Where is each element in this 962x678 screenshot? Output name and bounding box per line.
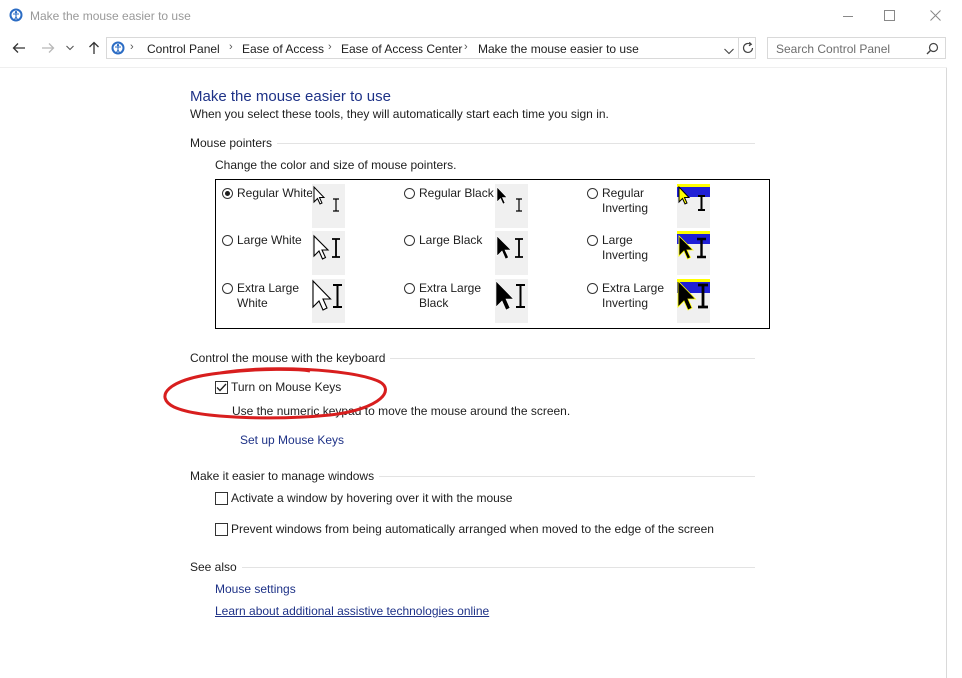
pointer-option-label: Extra Large White bbox=[237, 281, 300, 310]
radio-selected-dot bbox=[225, 191, 230, 196]
pointer-preview-regular-white bbox=[312, 184, 345, 228]
hover-activate-label: Activate a window by hovering over it wi… bbox=[231, 491, 513, 505]
pointer-preview-extra-large-black bbox=[495, 279, 528, 323]
address-dropdown-button[interactable] bbox=[724, 44, 734, 58]
pointer-scheme-grid: Regular White Regular Black Regular Inve… bbox=[215, 179, 770, 329]
pointer-option-extra-large-white[interactable]: Extra Large White bbox=[222, 281, 317, 311]
breadcrumb-separator: › bbox=[328, 41, 332, 53]
pointer-radio-regular-inverting[interactable] bbox=[587, 188, 598, 199]
breadcrumb-separator: › bbox=[464, 41, 468, 53]
pointer-radio-regular-black[interactable] bbox=[404, 188, 415, 199]
page-title: Make the mouse easier to use bbox=[190, 88, 391, 105]
minimize-button[interactable] bbox=[825, 0, 870, 31]
pointer-option-label: Regular White bbox=[237, 186, 314, 200]
breadcrumb-control-panel[interactable]: Control Panel bbox=[147, 42, 220, 56]
breadcrumb-separator: › bbox=[130, 41, 134, 53]
search-input[interactable]: Search Control Panel bbox=[776, 42, 890, 56]
pointer-option-label: Regular Inverting bbox=[602, 186, 649, 215]
group-divider bbox=[190, 567, 755, 568]
recent-locations-button[interactable] bbox=[63, 38, 77, 58]
hover-activate-option[interactable]: Activate a window by hovering over it wi… bbox=[215, 491, 512, 505]
pointer-option-regular-black[interactable]: Regular Black bbox=[404, 186, 509, 201]
pointer-option-extra-large-inverting[interactable]: Extra Large Inverting bbox=[587, 281, 682, 311]
pointer-radio-large-white[interactable] bbox=[222, 235, 233, 246]
maximize-button[interactable] bbox=[867, 0, 912, 31]
chevron-down-icon bbox=[66, 45, 74, 51]
prevent-snap-option[interactable]: Prevent windows from being automatically… bbox=[215, 522, 714, 536]
maximize-icon bbox=[884, 10, 895, 21]
pointer-radio-extra-large-black[interactable] bbox=[404, 283, 415, 294]
pointer-option-large-black[interactable]: Large Black bbox=[404, 233, 509, 248]
up-arrow-icon bbox=[89, 41, 99, 54]
scroll-edge bbox=[946, 68, 947, 678]
breadcrumb-ease-of-access-center[interactable]: Ease of Access Center bbox=[341, 42, 462, 56]
pointer-option-regular-inverting[interactable]: Regular Inverting bbox=[587, 186, 682, 216]
pointer-option-label: Extra Large Inverting bbox=[602, 281, 665, 310]
search-box[interactable]: Search Control Panel bbox=[767, 37, 946, 59]
window-title: Make the mouse easier to use bbox=[30, 9, 191, 23]
prevent-snap-label: Prevent windows from being automatically… bbox=[231, 522, 714, 536]
cursor-preview-icon bbox=[496, 235, 523, 260]
page-description: When you select these tools, they will a… bbox=[190, 107, 609, 121]
close-icon bbox=[930, 10, 941, 21]
header-divider bbox=[0, 67, 947, 68]
cursor-preview-icon bbox=[496, 186, 522, 212]
pointer-option-extra-large-black[interactable]: Extra Large Black bbox=[404, 281, 499, 311]
hover-activate-checkbox[interactable] bbox=[215, 491, 228, 505]
pointer-preview-regular-black bbox=[495, 184, 528, 228]
pointer-radio-extra-large-white[interactable] bbox=[222, 283, 233, 294]
control-panel-icon bbox=[111, 41, 125, 58]
breadcrumb-separator: › bbox=[229, 41, 233, 53]
up-button[interactable] bbox=[84, 38, 104, 58]
pointer-radio-extra-large-inverting[interactable] bbox=[587, 283, 598, 294]
title-bar: Make the mouse easier to use bbox=[0, 0, 962, 31]
breadcrumb-current-page[interactable]: Make the mouse easier to use bbox=[478, 42, 639, 56]
keyboard-control-heading: Control the mouse with the keyboard bbox=[190, 351, 391, 365]
breadcrumb-ease-of-access[interactable]: Ease of Access bbox=[242, 42, 324, 56]
close-button[interactable] bbox=[913, 0, 958, 31]
pointer-radio-large-black[interactable] bbox=[404, 235, 415, 246]
back-arrow-icon bbox=[12, 43, 25, 53]
control-panel-icon bbox=[9, 8, 23, 25]
search-icon[interactable] bbox=[926, 42, 939, 58]
prevent-snap-checkbox[interactable] bbox=[215, 522, 228, 536]
pointer-radio-regular-white[interactable] bbox=[222, 188, 233, 199]
mouse-pointers-subtitle: Change the color and size of mouse point… bbox=[215, 158, 457, 172]
pointer-preview-large-black bbox=[495, 231, 528, 275]
assistive-technologies-link[interactable]: Learn about additional assistive technol… bbox=[215, 604, 489, 618]
mouse-settings-link[interactable]: Mouse settings bbox=[215, 582, 296, 596]
minimize-icon bbox=[842, 15, 853, 17]
pointer-option-regular-white[interactable]: Regular White bbox=[222, 186, 317, 201]
forward-arrow-icon bbox=[42, 43, 55, 53]
divider bbox=[738, 38, 739, 58]
inverting-cursor-preview-icon bbox=[677, 279, 710, 311]
chevron-down-icon bbox=[724, 48, 734, 55]
forward-button[interactable] bbox=[38, 38, 58, 58]
refresh-button[interactable] bbox=[741, 41, 755, 58]
refresh-icon bbox=[742, 41, 754, 54]
pointer-preview-large-white bbox=[312, 231, 345, 275]
mouse-pointers-heading: Mouse pointers bbox=[190, 136, 278, 150]
pointer-option-label: Large Inverting bbox=[602, 233, 649, 262]
cursor-preview-icon bbox=[313, 185, 339, 212]
pointer-preview-regular-inverting bbox=[677, 184, 710, 228]
red-annotation-circle bbox=[163, 367, 387, 420]
manage-windows-heading: Make it easier to manage windows bbox=[190, 469, 380, 483]
back-button[interactable] bbox=[9, 38, 29, 58]
see-also-heading: See also bbox=[190, 560, 242, 574]
pointer-option-large-inverting[interactable]: Large Inverting bbox=[587, 233, 682, 263]
pointer-option-label: Extra Large Black bbox=[419, 281, 482, 310]
cursor-preview-icon bbox=[495, 280, 525, 311]
pointer-preview-large-inverting bbox=[677, 231, 710, 275]
inverting-cursor-preview-icon bbox=[677, 184, 710, 211]
pointer-radio-large-inverting[interactable] bbox=[587, 235, 598, 246]
inverting-cursor-preview-icon bbox=[677, 231, 710, 260]
address-bar[interactable]: › Control Panel › Ease of Access › Ease … bbox=[106, 37, 756, 59]
cursor-preview-icon bbox=[313, 234, 340, 260]
pointer-preview-extra-large-white bbox=[312, 279, 345, 323]
cursor-preview-icon bbox=[312, 279, 342, 311]
pointer-preview-extra-large-inverting bbox=[677, 279, 710, 323]
setup-mouse-keys-link[interactable]: Set up Mouse Keys bbox=[240, 433, 344, 447]
